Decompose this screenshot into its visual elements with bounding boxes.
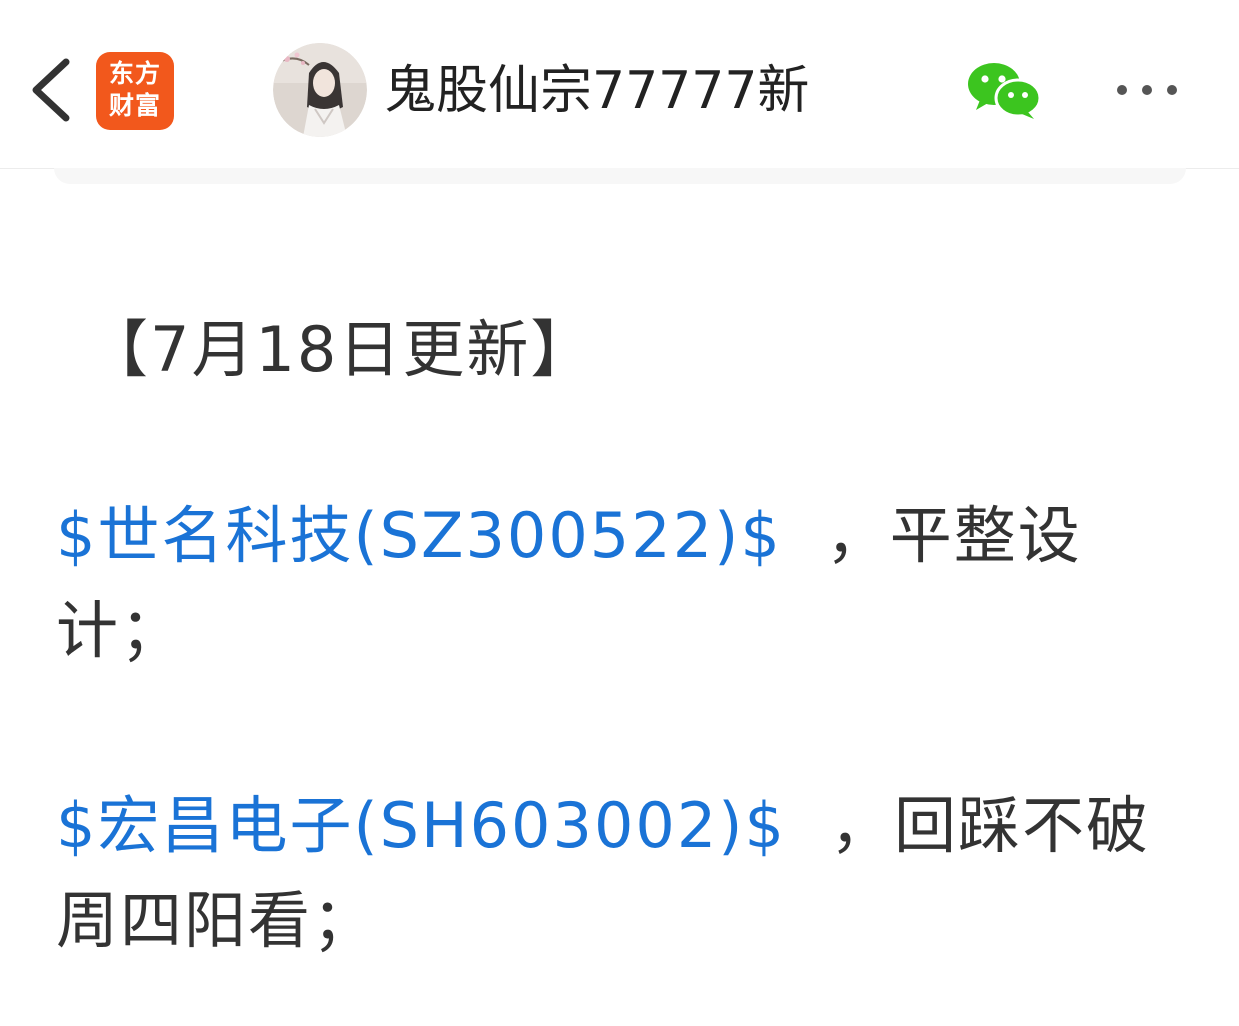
post-body: 【7月18日更新】 $世名科技(SZ300522)$ ，平整设计； $宏昌电子(S… (56, 300, 1196, 968)
card-bottom-edge (54, 168, 1186, 184)
stock-link[interactable]: $世名科技(SZ300522)$ (56, 499, 782, 572)
stock-link[interactable]: $宏昌电子(SH603002)$ (56, 789, 786, 862)
app-logo[interactable]: 东方 财富 (96, 52, 174, 130)
post-paragraph: $宏昌电子(SH603002)$ ，回踩不破周四阳看； (56, 778, 1196, 968)
app-logo-line1: 东方 (108, 59, 161, 88)
app-logo-line2: 财富 (108, 91, 161, 120)
page-title[interactable]: 鬼股仙宗77777新 (384, 56, 809, 126)
chevron-left-icon[interactable] (22, 50, 82, 130)
post-paragraph: $世名科技(SZ300522)$ ，平整设计； (56, 488, 1196, 678)
more-dots-icon[interactable] (1112, 80, 1182, 100)
wechat-icon[interactable] (966, 60, 1042, 120)
post-heading: 【7月18日更新】 (86, 313, 595, 386)
top-navigation-bar: 东方 财富 鬼股仙宗77777新 (0, 0, 1239, 169)
avatar[interactable] (273, 43, 367, 137)
